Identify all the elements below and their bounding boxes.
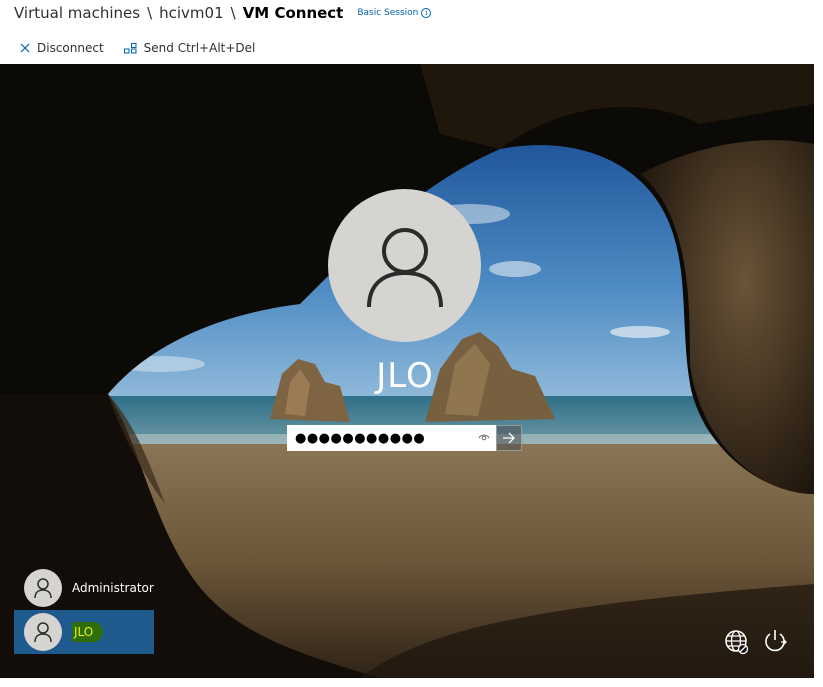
breadcrumb-separator: \ [230,4,236,22]
user-icon [34,578,52,599]
current-user-name: JLO [376,356,434,396]
user-avatar [328,189,481,342]
send-ctrl-alt-del-button[interactable]: Send Ctrl+Alt+Del [123,41,256,55]
breadcrumb-virtual-machines[interactable]: Virtual machines [14,4,140,22]
disconnect-button[interactable]: Disconnect [20,41,104,55]
info-icon[interactable]: i [421,8,432,18]
command-bar: Disconnect Send Ctrl+Alt+Del [20,38,255,58]
power-icon[interactable] [762,628,788,654]
eye-icon[interactable] [478,432,490,442]
sign-in-submit-button[interactable] [496,425,522,451]
disconnect-label: Disconnect [37,41,104,55]
page-title: VM Connect [242,4,344,22]
user-list-item-label: Administrator [72,581,154,595]
avatar [24,569,62,607]
vm-console-screen[interactable]: JLO ●●●●●●●●●●● Administrator JLO [0,64,814,678]
close-icon [20,43,30,53]
user-list-item-administrator[interactable]: Administrator [14,566,154,610]
user-list: Administrator JLO [14,566,154,654]
user-icon [34,622,52,643]
user-list-item-label: JLO [72,622,104,642]
avatar [24,613,62,651]
password-area: ●●●●●●●●●●● [287,425,522,451]
breadcrumb-separator: \ [147,4,153,22]
send-ctrl-alt-del-label: Send Ctrl+Alt+Del [143,41,256,55]
session-mode: Basic Session i [357,8,432,18]
breadcrumb: Virtual machines \ hcivm01 \ VM Connect … [14,2,432,24]
user-list-item-jlo[interactable]: JLO [14,610,154,654]
user-icon [366,227,443,307]
arrow-right-icon [503,432,515,444]
password-input[interactable]: ●●●●●●●●●●● [287,425,496,451]
breadcrumb-hcivm01[interactable]: hcivm01 [159,4,224,22]
session-mode-label: Basic Session [357,8,419,18]
password-value: ●●●●●●●●●●● [295,430,426,446]
keyboard-keys-icon [123,42,137,53]
network-icon[interactable] [724,629,750,655]
